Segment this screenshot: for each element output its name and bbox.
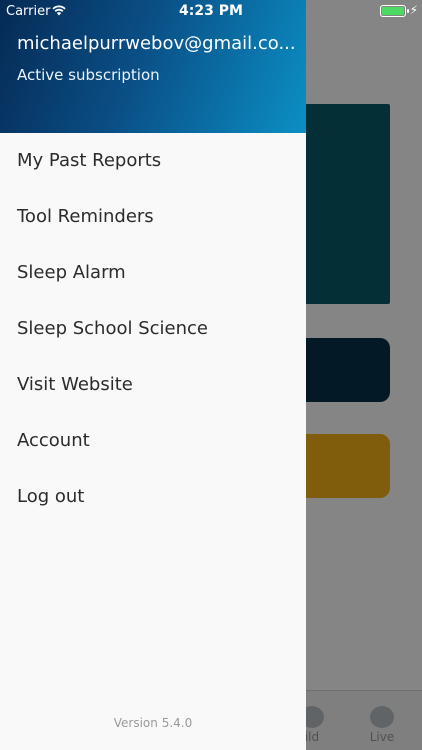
menu-item-visit-website[interactable]: Visit Website	[0, 357, 306, 413]
menu-item-sleep-alarm[interactable]: Sleep Alarm	[0, 245, 306, 301]
account-email: michaelpurrwebov@gmail.co...	[17, 33, 296, 54]
menu-item-tool-reminders[interactable]: Tool Reminders	[0, 189, 306, 245]
clock: 4:23 PM	[179, 3, 243, 19]
status-bar: Carrier 4:23 PM ⚡	[0, 0, 422, 22]
charging-icon: ⚡	[409, 3, 418, 17]
drawer-menu: My Past Reports Tool Reminders Sleep Ala…	[0, 133, 306, 525]
subscription-status: Active subscription	[17, 66, 160, 84]
menu-item-log-out[interactable]: Log out	[0, 469, 306, 525]
app-version: Version 5.4.0	[113, 716, 193, 730]
menu-item-sleep-school-science[interactable]: Sleep School Science	[0, 301, 306, 357]
menu-item-account[interactable]: Account	[0, 413, 306, 469]
menu-item-my-past-reports[interactable]: My Past Reports	[0, 133, 306, 189]
battery-icon	[380, 5, 409, 17]
app-screen: ild Live Carrier 4:23 PM ⚡ michaelpurrwe…	[0, 0, 422, 750]
navigation-drawer: michaelpurrwebov@gmail.co... Active subs…	[0, 0, 306, 750]
